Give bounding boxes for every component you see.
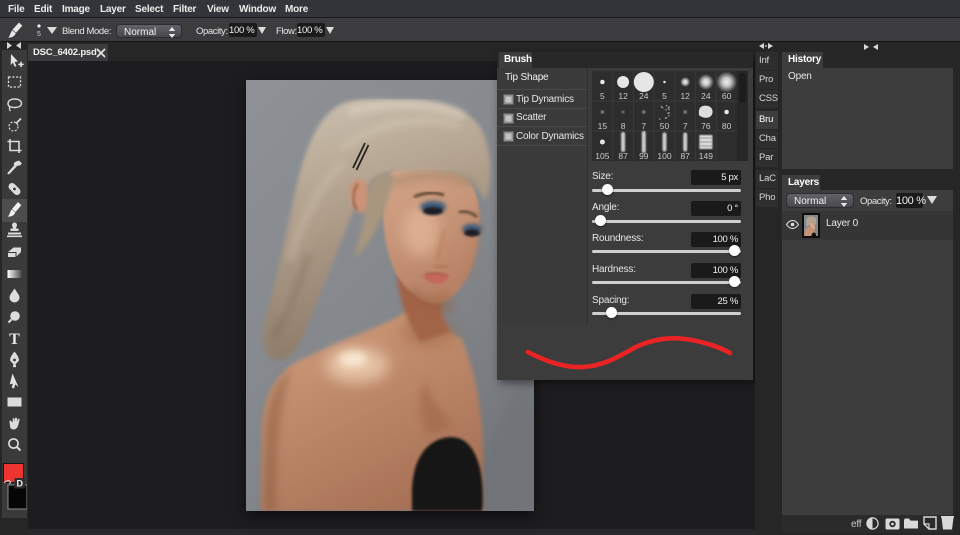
svg-text:8: 8 [621, 121, 626, 131]
svg-text:7: 7 [641, 121, 646, 131]
svg-text:105: 105 [595, 151, 609, 161]
svg-text:149: 149 [699, 151, 713, 161]
svg-text:5: 5 [37, 31, 41, 38]
svg-text:7: 7 [683, 121, 688, 131]
svg-text:D: D [17, 479, 24, 489]
svg-text:24: 24 [701, 91, 711, 101]
svg-text:T: T [9, 331, 20, 348]
svg-text:60: 60 [722, 91, 732, 101]
svg-text:5: 5 [662, 91, 667, 101]
svg-text:76: 76 [701, 121, 711, 131]
svg-text:15: 15 [598, 121, 608, 131]
svg-text:80: 80 [722, 121, 732, 131]
svg-text:12: 12 [618, 91, 628, 101]
svg-text:5: 5 [600, 91, 605, 101]
svg-text:12: 12 [680, 91, 690, 101]
svg-text:87: 87 [680, 151, 690, 161]
svg-text:50: 50 [660, 121, 670, 131]
svg-text:24: 24 [639, 91, 649, 101]
svg-text:100: 100 [657, 151, 671, 161]
svg-text:87: 87 [618, 151, 628, 161]
svg-text:99: 99 [639, 151, 649, 161]
